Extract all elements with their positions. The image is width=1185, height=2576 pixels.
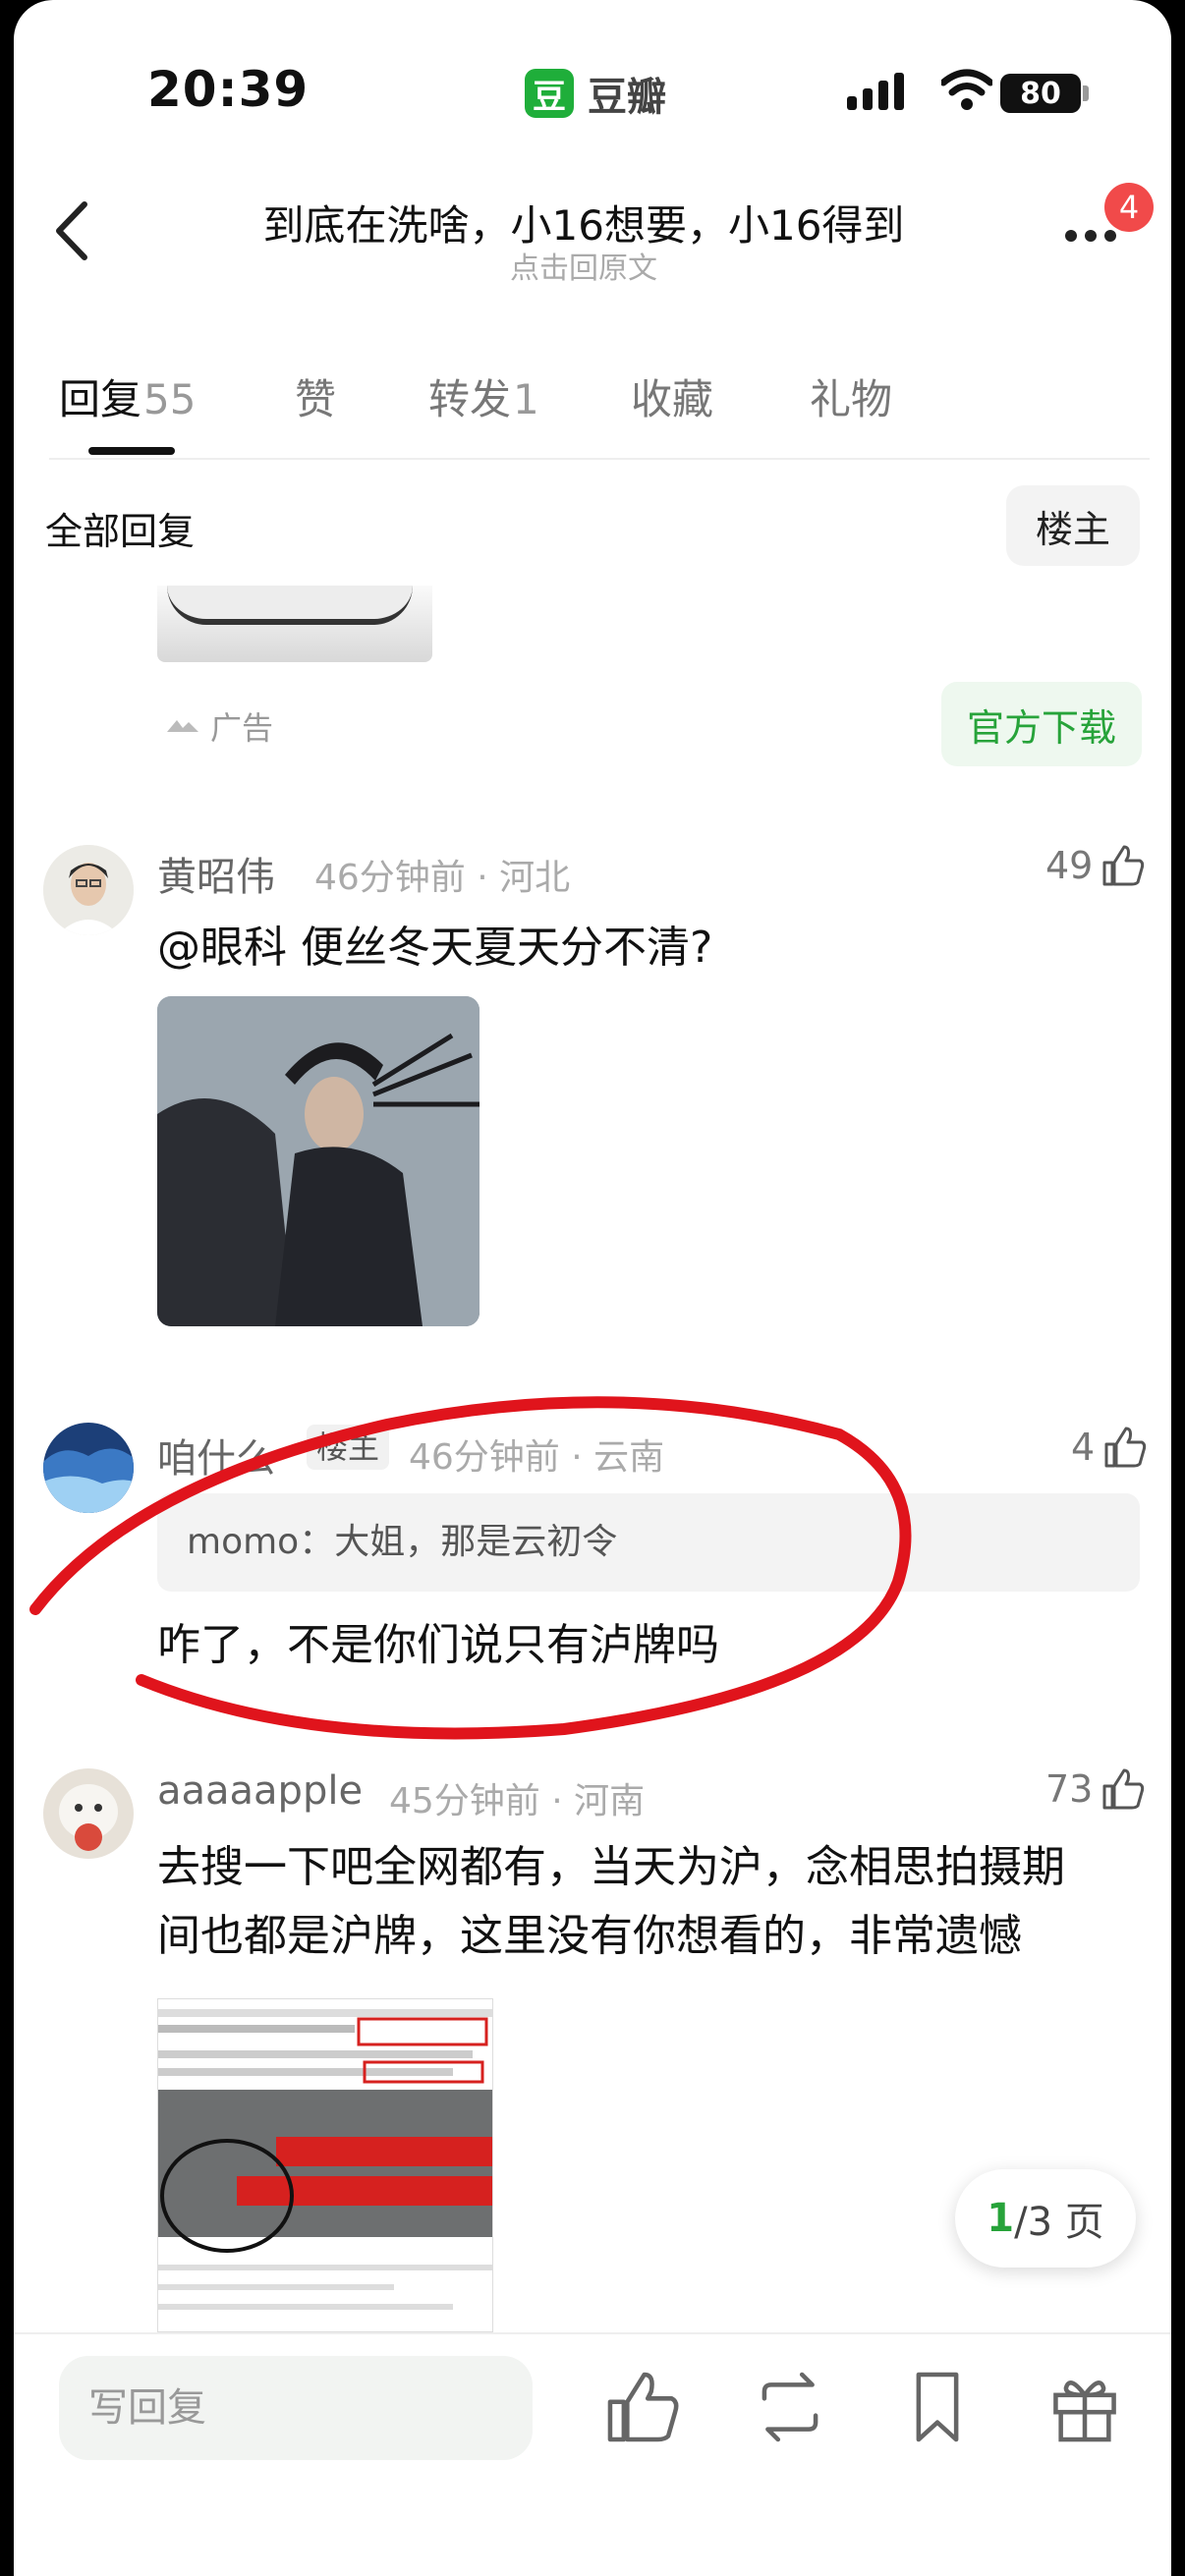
- repost-icon[interactable]: [751, 2368, 829, 2446]
- like-count: 49: [1045, 844, 1094, 887]
- notification-badge: 4: [1104, 183, 1154, 232]
- all-replies-label: 全部回复: [45, 510, 196, 553]
- avatar[interactable]: [43, 845, 134, 935]
- tab-favorites[interactable]: 收藏: [631, 366, 713, 426]
- tab-replies-count: 55: [143, 375, 197, 423]
- like-button[interactable]: 4: [1071, 1425, 1148, 1470]
- avatar-landscape: [43, 1423, 134, 1513]
- divider: [49, 458, 1150, 460]
- avatar-portrait: [43, 845, 134, 935]
- like-button[interactable]: 73: [1045, 1766, 1146, 1812]
- comment-text: @眼科 便丝冬天夏天分不清?: [157, 923, 713, 973]
- comment-image-content: [157, 996, 480, 1326]
- current-page: 1: [987, 2196, 1015, 2241]
- thumbs-up-icon: [1104, 1427, 1147, 1468]
- ad-text: 广告: [210, 709, 274, 747]
- ad-image[interactable]: [157, 586, 432, 662]
- total-pages: /3 页: [1014, 2200, 1104, 2245]
- comment-image[interactable]: [157, 1998, 493, 2332]
- ad-icon: [167, 720, 198, 732]
- app-indicator: 豆 豆瓣: [525, 65, 666, 122]
- battery-indicator: 80: [1000, 74, 1081, 113]
- active-tab-indicator: [88, 447, 175, 455]
- reply-input[interactable]: 写回复: [59, 2356, 533, 2460]
- comment-location: 河北: [499, 858, 571, 898]
- comment-text-line2: 间也都是沪牌，这里没有你想看的，非常遗憾: [157, 1911, 1022, 1961]
- status-bar: 20:39 豆 豆瓣 80: [14, 0, 1171, 177]
- avatar-cat: [43, 1768, 134, 1859]
- battery-tip: [1083, 85, 1089, 101]
- comment-location: 云南: [593, 1437, 665, 1478]
- comment-username[interactable]: aaaaapple: [157, 1768, 363, 1814]
- thumbs-up-icon: [1102, 1768, 1145, 1810]
- like-action-icon[interactable]: [603, 2368, 682, 2446]
- bottom-action-bar: 写回复: [14, 2332, 1171, 2576]
- comment-image-content: [158, 1999, 492, 2331]
- owner-only-button[interactable]: 楼主: [1006, 485, 1140, 566]
- app-name: 豆瓣: [588, 75, 666, 120]
- comment-time: 46分钟前: [409, 1437, 560, 1478]
- app-screen: 20:39 豆 豆瓣 80 到底在洗啥，小16想要，小16得到 点击回原文 4: [14, 0, 1171, 2576]
- thumbs-up-icon: [1102, 845, 1145, 886]
- comment-location: 河南: [574, 1781, 646, 1821]
- comment-username[interactable]: 咱什么: [157, 1427, 275, 1484]
- comment-text-line1: 去搜一下吧全网都有，当天为沪，念相思拍摄期: [157, 1842, 1065, 1892]
- gift-icon[interactable]: [1045, 2368, 1124, 2446]
- comment-meta: 46分钟前 · 云南: [409, 1437, 665, 1478]
- tab-reposts[interactable]: 转发1: [428, 366, 539, 426]
- comment-image[interactable]: [157, 996, 480, 1326]
- tab-reposts-count: 1: [513, 375, 539, 423]
- back-icon[interactable]: [41, 196, 110, 265]
- avatar[interactable]: [43, 1768, 134, 1859]
- like-count: 4: [1071, 1426, 1096, 1469]
- comment-time: 46分钟前: [314, 858, 466, 898]
- douban-logo-icon: 豆: [525, 69, 574, 118]
- page-indicator[interactable]: 1/3 页: [955, 2169, 1136, 2268]
- quoted-reply[interactable]: momo：大姐，那是云初令: [157, 1493, 1140, 1592]
- like-count: 73: [1045, 1767, 1094, 1811]
- tab-replies-label: 回复: [59, 375, 142, 423]
- like-button[interactable]: 49: [1045, 843, 1146, 888]
- tab-replies[interactable]: 回复55: [59, 366, 196, 426]
- comment-time: 45分钟前: [389, 1781, 540, 1821]
- comment-text: 咋了，不是你们说只有泸牌吗: [157, 1620, 719, 1670]
- ad-download-button[interactable]: 官方下载: [941, 682, 1142, 766]
- comment-meta: 46分钟前 · 河北: [314, 858, 571, 898]
- tab-gifts[interactable]: 礼物: [810, 366, 892, 426]
- tab-likes[interactable]: 赞: [295, 366, 336, 426]
- avatar[interactable]: [43, 1423, 134, 1513]
- comment-username[interactable]: 黄昭伟: [157, 845, 275, 902]
- bookmark-icon[interactable]: [898, 2368, 977, 2446]
- wifi-icon: [941, 69, 992, 110]
- tab-bar: 回复55 赞 转发1 收藏 礼物: [14, 359, 1171, 457]
- owner-tag: 楼主: [307, 1425, 390, 1470]
- signal-icon: [847, 73, 904, 110]
- tab-reposts-label: 转发: [428, 375, 512, 423]
- comment-meta: 45分钟前 · 河南: [389, 1781, 646, 1821]
- status-time: 20:39: [147, 61, 310, 118]
- ad-car-graphic: [167, 586, 413, 625]
- view-original-link[interactable]: 点击回原文: [151, 244, 1016, 287]
- ad-label: 广告: [165, 703, 273, 749]
